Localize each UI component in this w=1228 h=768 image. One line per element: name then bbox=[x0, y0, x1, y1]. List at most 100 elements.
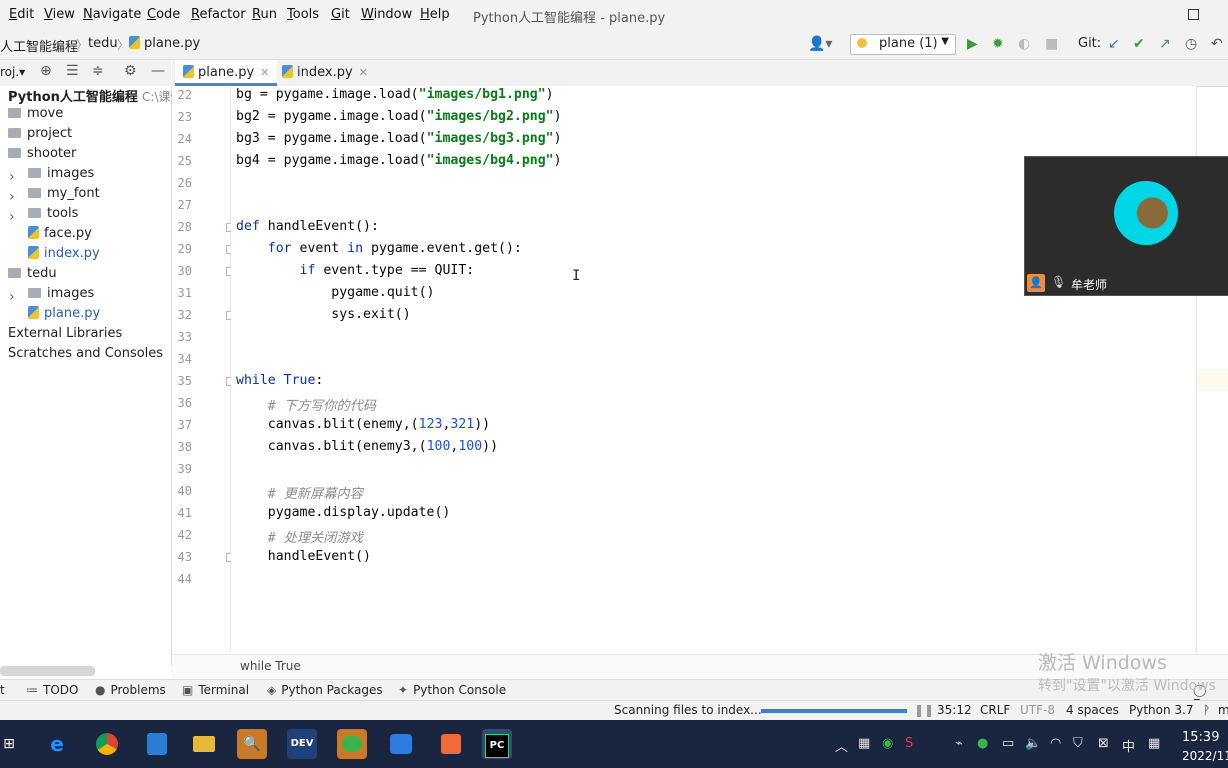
line-number[interactable]: 37 bbox=[178, 418, 192, 432]
chevron-right-icon[interactable]: › bbox=[9, 289, 15, 305]
breadcrumb-folder[interactable]: tedu bbox=[88, 36, 118, 51]
pycharm-icon[interactable]: PC bbox=[482, 729, 512, 759]
tree-item-root[interactable]: Python人工智能编程 C:\课件 bbox=[8, 86, 183, 106]
close-icon[interactable]: ✕ bbox=[260, 66, 269, 79]
code-line[interactable]: # 处理关闭游戏 bbox=[236, 527, 363, 546]
line-number[interactable]: 41 bbox=[178, 506, 192, 520]
tree-item[interactable]: project bbox=[8, 126, 72, 146]
tree-item[interactable]: Scratches and Consoles bbox=[8, 346, 163, 366]
history-icon[interactable]: ◷ bbox=[1185, 36, 1197, 52]
tree-item[interactable]: External Libraries bbox=[8, 326, 122, 346]
chevron-right-icon[interactable]: › bbox=[9, 189, 15, 205]
code-line[interactable]: bg4 = pygame.image.load("images/bg4.png"… bbox=[236, 153, 562, 168]
maximize-button[interactable] bbox=[1188, 9, 1199, 20]
caret-position[interactable]: 35:12 bbox=[937, 703, 972, 717]
line-number[interactable]: 36 bbox=[178, 396, 192, 410]
chevron-right-icon[interactable]: › bbox=[9, 209, 15, 225]
tree-item[interactable]: images bbox=[28, 286, 94, 306]
menu-window[interactable]: Window bbox=[361, 7, 412, 22]
line-number[interactable]: 35 bbox=[178, 374, 192, 388]
line-number[interactable]: 34 bbox=[178, 352, 192, 366]
line-number[interactable]: 23 bbox=[178, 110, 192, 124]
stop-icon[interactable]: ■ bbox=[1045, 36, 1058, 52]
tray-s-icon[interactable]: S bbox=[905, 736, 913, 751]
rollback-icon[interactable]: ↶ bbox=[1211, 36, 1223, 52]
menu-refactor[interactable]: Refactor bbox=[191, 7, 246, 22]
clock-date[interactable]: 2022/11 bbox=[1182, 749, 1228, 763]
line-number[interactable]: 33 bbox=[178, 330, 192, 344]
pause-icon[interactable]: ❚❚ bbox=[914, 703, 934, 717]
line-number[interactable]: 25 bbox=[178, 154, 192, 168]
expand-all-icon[interactable]: ☰ bbox=[66, 63, 79, 79]
git-commit-icon[interactable]: ✔ bbox=[1133, 36, 1145, 52]
minimize-icon[interactable]: — bbox=[151, 63, 165, 79]
git-branch[interactable]: m bbox=[1218, 703, 1228, 717]
menu-navigate[interactable]: Navigate bbox=[83, 7, 141, 22]
git-update-icon[interactable]: ↙ bbox=[1108, 36, 1120, 52]
code-breadcrumb[interactable]: while True bbox=[240, 659, 301, 673]
indent-setting[interactable]: 4 spaces bbox=[1066, 703, 1119, 717]
tree-scrollbar[interactable] bbox=[0, 666, 95, 676]
line-number[interactable]: 39 bbox=[178, 462, 192, 476]
code-line[interactable]: bg2 = pygame.image.load("images/bg2.png"… bbox=[236, 109, 562, 124]
keyboard-icon[interactable]: ▦ bbox=[1148, 736, 1160, 751]
run-config-select[interactable]: plane (1) ▼ bbox=[850, 34, 956, 55]
line-number[interactable]: 38 bbox=[178, 440, 192, 454]
line-number[interactable]: 29 bbox=[178, 242, 192, 256]
line-number[interactable]: 26 bbox=[178, 176, 192, 190]
line-number[interactable]: 42 bbox=[178, 528, 192, 542]
menu-git[interactable]: Git bbox=[331, 7, 350, 22]
meeting-icon[interactable] bbox=[386, 729, 416, 759]
tool-tab-todo[interactable]: ≔ TODO bbox=[26, 683, 78, 697]
project-view-select[interactable]: roj.▾ bbox=[0, 65, 25, 79]
tree-item[interactable]: shooter bbox=[8, 146, 76, 166]
tool-tab-python-packages[interactable]: ◈ Python Packages bbox=[267, 683, 383, 697]
line-number[interactable]: 28 bbox=[178, 220, 192, 234]
code-line[interactable]: def handleEvent(): bbox=[236, 219, 379, 234]
line-number[interactable]: 40 bbox=[178, 484, 192, 498]
tab-plane-py[interactable]: plane.py ✕ bbox=[175, 60, 278, 86]
code-line[interactable]: canvas.blit(enemy3,(100,100)) bbox=[236, 439, 498, 454]
tree-item[interactable]: my_font bbox=[28, 186, 100, 206]
line-number[interactable]: 43 bbox=[178, 550, 192, 564]
edge-icon[interactable]: e bbox=[42, 729, 72, 759]
file-encoding[interactable]: UTF-8 bbox=[1020, 703, 1055, 717]
menu-run[interactable]: Run bbox=[252, 7, 277, 22]
search-app-icon[interactable]: 🔍 bbox=[237, 729, 267, 759]
tree-item[interactable]: tedu bbox=[8, 266, 57, 286]
clock-time[interactable]: 15:39 bbox=[1182, 730, 1219, 745]
code-line[interactable]: canvas.blit(enemy,(123,321)) bbox=[236, 417, 490, 432]
tab-index-py[interactable]: index.py ✕ bbox=[274, 60, 376, 86]
tree-item[interactable]: plane.py bbox=[28, 306, 100, 326]
user-icon[interactable]: 👤▾ bbox=[808, 36, 832, 52]
tray-network-off-icon[interactable]: ⌁ bbox=[955, 736, 963, 751]
line-number[interactable]: 27 bbox=[178, 198, 192, 212]
start-icon[interactable]: ⊞ bbox=[0, 729, 24, 759]
code-line[interactable]: pygame.quit() bbox=[236, 285, 434, 300]
close-icon[interactable]: ✕ bbox=[359, 66, 368, 79]
code-line[interactable]: if event.type == QUIT: bbox=[236, 263, 475, 278]
menu-edit[interactable]: Edit bbox=[9, 7, 34, 22]
chevron-up-icon[interactable]: ︿ bbox=[835, 736, 848, 755]
gear-icon[interactable]: ⚙ bbox=[124, 63, 137, 79]
python-interpreter[interactable]: Python 3.7 bbox=[1129, 703, 1194, 717]
debug-icon[interactable]: ✹ bbox=[992, 36, 1004, 52]
code-line[interactable]: pygame.display.update() bbox=[236, 505, 451, 520]
wifi-icon[interactable]: ◠ bbox=[1050, 736, 1061, 751]
git-branch-icon[interactable]: ᚹ bbox=[1203, 703, 1210, 717]
tray-app-icon[interactable]: ▦ bbox=[858, 736, 870, 751]
tool-tab-python-console[interactable]: ✦ Python Console bbox=[398, 683, 506, 697]
tree-item[interactable]: images bbox=[28, 166, 94, 186]
tray-shield-icon[interactable]: ◉ bbox=[882, 736, 893, 751]
wechat-icon[interactable] bbox=[337, 729, 367, 759]
tree-item[interactable]: tools bbox=[28, 206, 78, 226]
tray-wechat-icon[interactable]: ● bbox=[977, 736, 988, 751]
code-line[interactable]: sys.exit() bbox=[236, 307, 410, 322]
menu-tools[interactable]: Tools bbox=[287, 7, 319, 22]
ime-indicator[interactable]: 中 bbox=[1122, 736, 1135, 755]
locate-icon[interactable]: ⊕ bbox=[40, 63, 52, 79]
breadcrumb-file[interactable]: plane.py bbox=[129, 36, 200, 51]
git-push-icon[interactable]: ↗ bbox=[1159, 36, 1171, 52]
line-number[interactable]: 44 bbox=[178, 572, 192, 586]
volume-icon[interactable]: 🔈 bbox=[1025, 736, 1041, 751]
